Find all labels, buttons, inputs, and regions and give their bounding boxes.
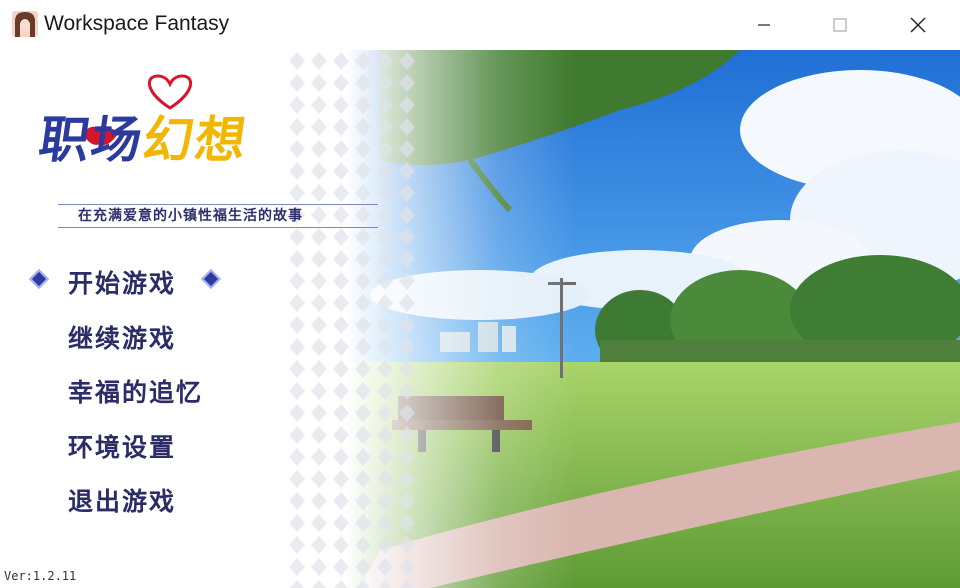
close-button[interactable] [895, 0, 941, 50]
minimize-button[interactable] [741, 0, 787, 50]
menu-start-game[interactable]: 开始游戏 [68, 264, 176, 300]
app-avatar-icon [12, 11, 38, 37]
menu-settings[interactable]: 环境设置 [68, 428, 176, 464]
maximize-button[interactable] [817, 0, 863, 50]
menu-memories[interactable]: 幸福的追忆 [68, 373, 203, 409]
close-icon [910, 17, 926, 33]
logo-title-part1: 职场 [35, 111, 148, 169]
logo-subtitle: 在充满爱意的小镇性福生活的故事 [78, 208, 303, 224]
window-title: Workspace Fantasy [44, 12, 230, 35]
version-label: Ver:1.2.11 [4, 569, 77, 583]
game-logo-title: 职场幻想 [35, 100, 253, 172]
logo-title-part2: 幻想 [139, 111, 252, 169]
minimize-icon [758, 24, 770, 26]
window-titlebar: Workspace Fantasy [0, 0, 960, 51]
maximize-icon [833, 18, 847, 32]
menu-continue-game[interactable]: 继续游戏 [68, 319, 176, 355]
menu-exit-game[interactable]: 退出游戏 [68, 482, 176, 518]
